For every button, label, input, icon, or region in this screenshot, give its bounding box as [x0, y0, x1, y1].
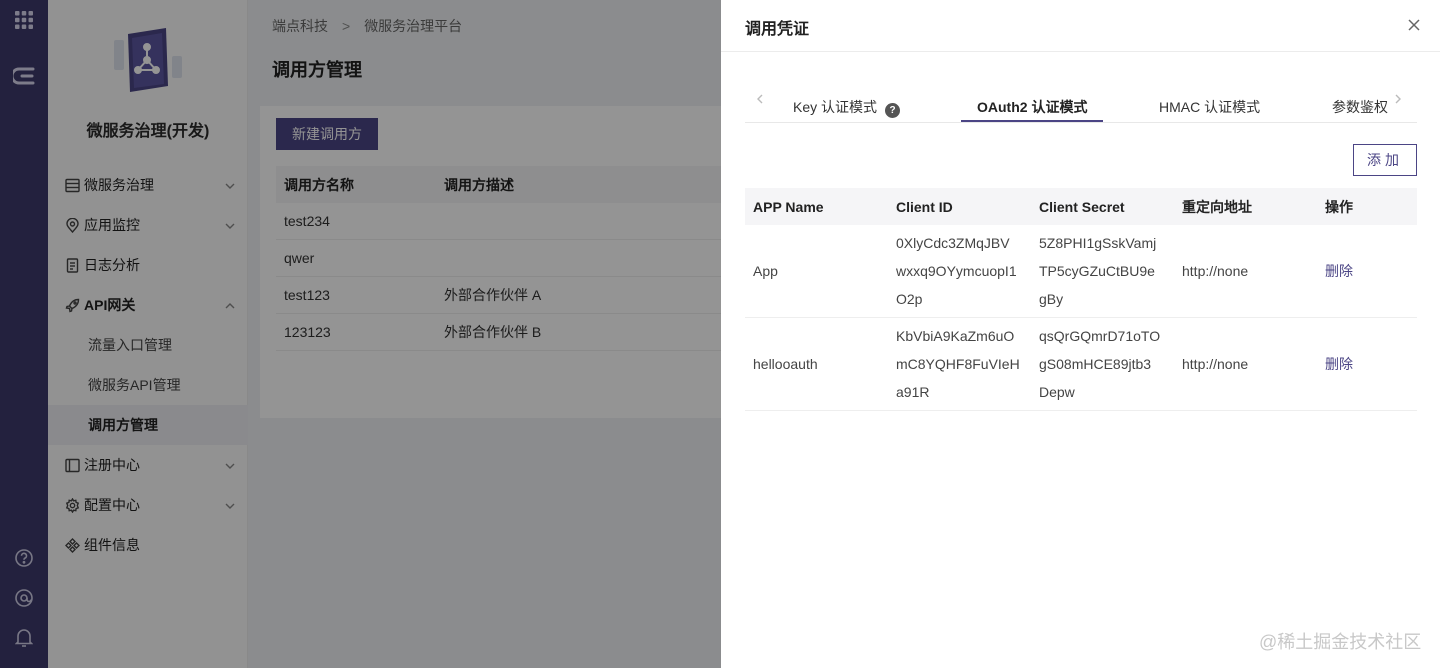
client-secret-line: gBy [1039, 291, 1064, 307]
tab-hmac-auth[interactable]: HMAC 认证模式 [1159, 97, 1260, 117]
tab-label: Key 认证模式 [793, 99, 878, 115]
client-secret-line: 5Z8PHI1gSskVamj [1039, 235, 1157, 251]
client-id-line: wxxq9OYymcuopI1 [896, 263, 1017, 279]
column-header: Client ID [896, 198, 953, 215]
help-icon[interactable]: ? [885, 103, 901, 118]
client-id: 0XlyCdc3ZMqJBV wxxq9OYymcuopI1 O2p [888, 229, 1031, 313]
credentials-drawer: 调用凭证 Key 认证模式? OAuth2 认证模式 HMAC 认证模式 参数鉴… [721, 0, 1440, 668]
client-id-line: 0XlyCdc3ZMqJBV [896, 235, 1010, 251]
table-row: hellooauth KbVbiA9KaZm6uO mC8YQHF8FuVIeH… [745, 318, 1417, 411]
drawer-title: 调用凭证 [745, 21, 810, 38]
tab-param-auth[interactable]: 参数鉴权 [1332, 97, 1388, 117]
client-secret-line: gS08mHCE89jtb3 [1039, 356, 1152, 372]
active-tab-indicator [961, 120, 1103, 122]
table-header: APP Name Client ID Client Secret 重定向地址 操… [745, 188, 1417, 225]
add-credential-button[interactable]: 添加 [1353, 144, 1417, 176]
client-secret: qsQrGQmrD71oTO gS08mHCE89jtb3 Depw [1031, 322, 1174, 406]
chevron-right-icon[interactable] [1391, 92, 1405, 106]
client-secret: 5Z8PHI1gSskVamj TP5cyGZuCtBU9e gBy [1031, 229, 1174, 313]
client-id: KbVbiA9KaZm6uO mC8YQHF8FuVIeH a91R [888, 322, 1031, 406]
client-id-line: mC8YQHF8FuVIeH [896, 356, 1020, 372]
tab-oauth2-auth[interactable]: OAuth2 认证模式 [977, 97, 1087, 117]
column-header: APP Name [753, 198, 824, 215]
column-header: 操作 [1325, 198, 1353, 215]
client-secret-line: TP5cyGZuCtBU9e [1039, 263, 1155, 279]
column-header: 重定向地址 [1182, 198, 1252, 215]
redirect-url: http://none [1182, 263, 1249, 279]
redirect-url: http://none [1182, 356, 1249, 372]
delete-link[interactable]: 删除 [1317, 354, 1417, 374]
client-secret-line: Depw [1039, 384, 1075, 400]
drawer-header: 调用凭证 [721, 0, 1440, 52]
client-secret-line: qsQrGQmrD71oTO [1039, 328, 1161, 344]
oauth2-table: APP Name Client ID Client Secret 重定向地址 操… [745, 188, 1417, 411]
client-id-line: a91R [896, 384, 930, 400]
client-id-line: KbVbiA9KaZm6uO [896, 328, 1015, 344]
column-header: Client Secret [1039, 198, 1125, 215]
auth-mode-tabs: Key 认证模式? OAuth2 认证模式 HMAC 认证模式 参数鉴权 [745, 84, 1417, 123]
close-icon[interactable] [1406, 17, 1422, 33]
client-id-line: O2p [896, 291, 923, 307]
tab-key-auth[interactable]: Key 认证模式? [793, 97, 901, 118]
table-row: App 0XlyCdc3ZMqJBV wxxq9OYymcuopI1 O2p 5… [745, 225, 1417, 318]
chevron-left-icon[interactable] [753, 92, 767, 106]
app-name: hellooauth [753, 356, 818, 372]
watermark: @稀土掘金技术社区 [1259, 632, 1422, 652]
app-name: App [753, 263, 778, 279]
delete-link[interactable]: 删除 [1317, 261, 1417, 281]
